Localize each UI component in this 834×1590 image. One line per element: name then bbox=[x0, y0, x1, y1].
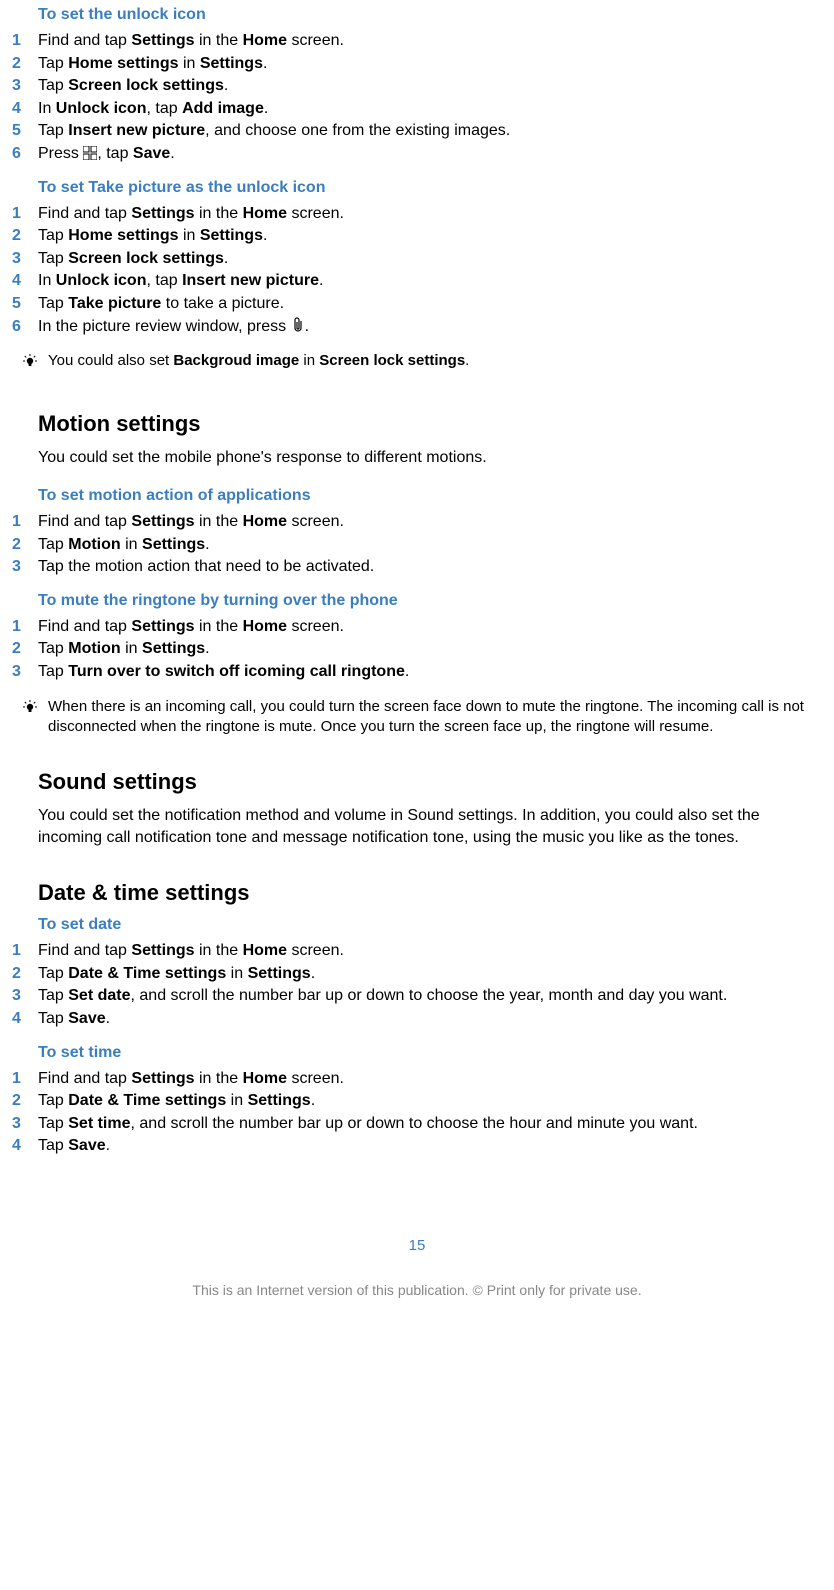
sub-heading: To mute the ringtone by turning over the… bbox=[38, 592, 810, 610]
bold-text: Turn over to switch off icoming call rin… bbox=[68, 663, 405, 680]
section-heading: Date & time settings bbox=[38, 880, 810, 906]
step-item: Tap Home settings in Settings. bbox=[12, 53, 810, 75]
step-item: Tap Date & Time settings in Settings. bbox=[12, 1090, 810, 1112]
step-item: Find and tap Settings in the Home screen… bbox=[12, 616, 810, 638]
bold-text: Insert new picture bbox=[182, 272, 319, 289]
bold-text: Settings bbox=[142, 640, 205, 657]
paperclip-icon bbox=[291, 317, 305, 333]
bold-text: Home bbox=[243, 1070, 287, 1087]
steps-list: Find and tap Settings in the Home screen… bbox=[12, 1068, 810, 1157]
step-item: Tap Motion in Settings. bbox=[12, 638, 810, 660]
lightbulb-icon bbox=[21, 699, 39, 717]
steps-list: Find and tap Settings in the Home screen… bbox=[12, 511, 810, 578]
bold-text: Home bbox=[243, 618, 287, 635]
bold-text: Screen lock settings bbox=[319, 352, 465, 369]
tip-text: When there is an incoming call, you coul… bbox=[48, 697, 810, 738]
step-item: Find and tap Settings in the Home screen… bbox=[12, 30, 810, 52]
section-paragraph: You could set the notification method an… bbox=[38, 805, 810, 848]
bold-text: Screen lock settings bbox=[68, 250, 224, 267]
step-item: In the picture review window, press . bbox=[12, 316, 810, 338]
lightbulb-icon bbox=[21, 353, 39, 371]
bold-text: Settings bbox=[200, 227, 263, 244]
sub-heading: To set motion action of applications bbox=[38, 487, 810, 505]
bold-text: Backgroud image bbox=[173, 352, 299, 369]
step-item: Tap Set date, and scroll the number bar … bbox=[12, 985, 810, 1007]
bold-text: Unlock icon bbox=[56, 272, 147, 289]
bold-text: Home bbox=[243, 942, 287, 959]
steps-list: Find and tap Settings in the Home screen… bbox=[12, 30, 810, 165]
sub-heading: To set date bbox=[38, 916, 810, 934]
section-heading: Motion settings bbox=[38, 411, 810, 437]
step-item: Tap Insert new picture, and choose one f… bbox=[12, 120, 810, 142]
step-item: Tap Turn over to switch off icoming call… bbox=[12, 661, 810, 683]
step-item: Tap Set time, and scroll the number bar … bbox=[12, 1113, 810, 1135]
bold-text: Set time bbox=[68, 1115, 130, 1132]
step-item: Tap Screen lock settings. bbox=[12, 248, 810, 270]
section-heading: Sound settings bbox=[38, 769, 810, 795]
bold-text: Home bbox=[243, 513, 287, 530]
bold-text: Insert new picture bbox=[68, 122, 205, 139]
bold-text: Home bbox=[243, 32, 287, 49]
step-item: Tap the motion action that need to be ac… bbox=[12, 556, 810, 578]
bold-text: Settings bbox=[131, 1070, 194, 1087]
tip-icon-wrap bbox=[12, 697, 48, 717]
tip-row: You could also set Backgroud image in Sc… bbox=[12, 351, 810, 371]
bold-text: Home settings bbox=[68, 227, 178, 244]
steps-list: Find and tap Settings in the Home screen… bbox=[12, 203, 810, 338]
bold-text: Settings bbox=[131, 205, 194, 222]
step-item: Tap Save. bbox=[12, 1135, 810, 1157]
step-item: Tap Save. bbox=[12, 1008, 810, 1030]
bold-text: Settings bbox=[131, 32, 194, 49]
bold-text: Home settings bbox=[68, 55, 178, 72]
bold-text: Date & Time settings bbox=[68, 1092, 226, 1109]
tip-row: When there is an incoming call, you coul… bbox=[12, 697, 810, 738]
step-item: Find and tap Settings in the Home screen… bbox=[12, 511, 810, 533]
step-item: Press , tap Save. bbox=[12, 143, 810, 165]
bold-text: Take picture bbox=[68, 295, 161, 312]
step-item: Tap Motion in Settings. bbox=[12, 534, 810, 556]
step-item: In Unlock icon, tap Insert new picture. bbox=[12, 270, 810, 292]
step-item: Tap Take picture to take a picture. bbox=[12, 293, 810, 315]
bold-text: Screen lock settings bbox=[68, 77, 224, 94]
bold-text: Settings bbox=[248, 965, 311, 982]
sub-heading: To set the unlock icon bbox=[38, 6, 810, 24]
bold-text: Date & Time settings bbox=[68, 965, 226, 982]
grid-icon bbox=[83, 146, 97, 160]
bold-text: Unlock icon bbox=[56, 100, 147, 117]
step-item: Find and tap Settings in the Home screen… bbox=[12, 1068, 810, 1090]
tip-icon-wrap bbox=[12, 351, 48, 371]
step-item: In Unlock icon, tap Add image. bbox=[12, 98, 810, 120]
sub-heading: To set Take picture as the unlock icon bbox=[38, 179, 810, 197]
step-item: Tap Date & Time settings in Settings. bbox=[12, 963, 810, 985]
page-footer: This is an Internet version of this publ… bbox=[0, 1282, 834, 1308]
bold-text: Add image bbox=[182, 100, 264, 117]
step-item: Tap Home settings in Settings. bbox=[12, 225, 810, 247]
bold-text: Save bbox=[68, 1137, 105, 1154]
bold-text: Save bbox=[133, 145, 170, 162]
step-item: Tap Screen lock settings. bbox=[12, 75, 810, 97]
bold-text: Home bbox=[243, 205, 287, 222]
section-paragraph: You could set the mobile phone's respons… bbox=[38, 447, 810, 469]
tip-text: You could also set Backgroud image in Sc… bbox=[48, 351, 810, 371]
page-content: To set the unlock icon Find and tap Setti… bbox=[0, 6, 834, 1157]
bold-text: Settings bbox=[142, 536, 205, 553]
bold-text: Settings bbox=[200, 55, 263, 72]
bold-text: Save bbox=[68, 1010, 105, 1027]
bold-text: Settings bbox=[131, 942, 194, 959]
sub-heading: To set time bbox=[38, 1044, 810, 1062]
steps-list: Find and tap Settings in the Home screen… bbox=[12, 616, 810, 683]
bold-text: Motion bbox=[68, 640, 120, 657]
bold-text: Motion bbox=[68, 536, 120, 553]
step-item: Find and tap Settings in the Home screen… bbox=[12, 940, 810, 962]
page-number: 15 bbox=[0, 1237, 834, 1254]
bold-text: Settings bbox=[248, 1092, 311, 1109]
bold-text: Settings bbox=[131, 513, 194, 530]
steps-list: Find and tap Settings in the Home screen… bbox=[12, 940, 810, 1029]
bold-text: Set date bbox=[68, 987, 130, 1004]
step-item: Find and tap Settings in the Home screen… bbox=[12, 203, 810, 225]
bold-text: Settings bbox=[131, 618, 194, 635]
